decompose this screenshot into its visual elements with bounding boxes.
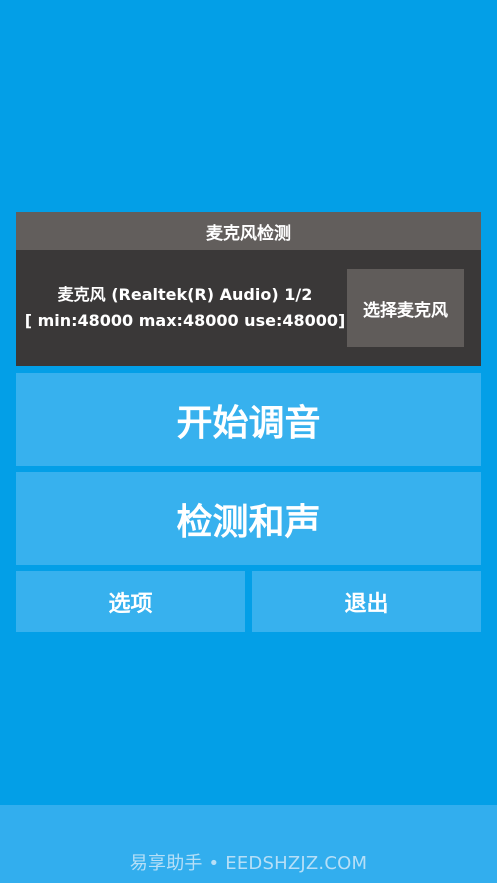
select-microphone-button[interactable]: 选择麦克风 <box>347 269 464 347</box>
mic-panel-title: 麦克风检测 <box>16 212 481 250</box>
detect-chord-button[interactable]: 检测和声 <box>16 472 481 565</box>
app-screen: 麦克风检测 麦克风 (Realtek(R) Audio) 1/2 [ min:4… <box>0 0 497 883</box>
options-button[interactable]: 选项 <box>16 571 245 632</box>
mic-sample-rates: [ min:48000 max:48000 use:48000] <box>24 311 346 330</box>
exit-button[interactable]: 退出 <box>252 571 481 632</box>
mic-panel-body: 麦克风 (Realtek(R) Audio) 1/2 [ min:48000 m… <box>16 250 481 366</box>
mic-device-info: 麦克风 (Realtek(R) Audio) 1/2 [ min:48000 m… <box>24 269 346 347</box>
start-tuning-button[interactable]: 开始调音 <box>16 373 481 466</box>
watermark-text: 易享助手 • EEDSHZJZ.COM <box>129 853 368 874</box>
mic-detection-panel: 麦克风检测 麦克风 (Realtek(R) Audio) 1/2 [ min:4… <box>16 212 481 366</box>
mic-device-name: 麦克风 (Realtek(R) Audio) 1/2 <box>57 285 313 304</box>
